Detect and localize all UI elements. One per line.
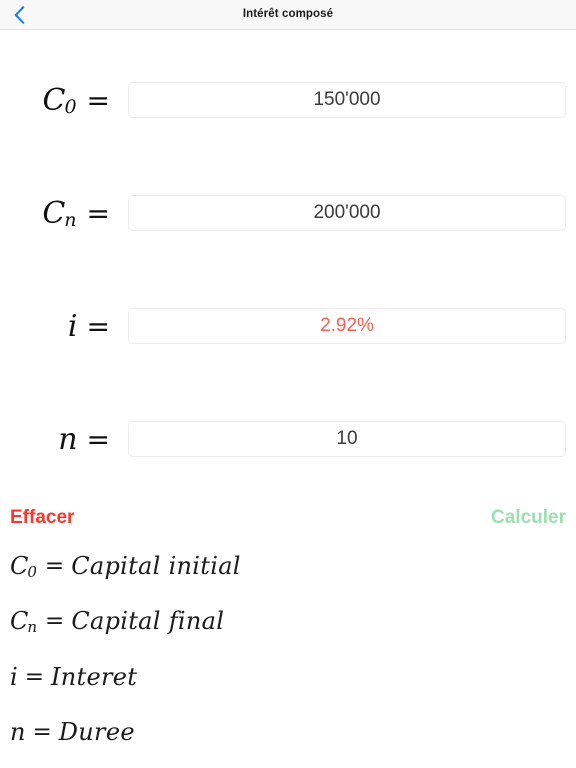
legend-description: Capital initial xyxy=(71,552,241,580)
field-label-i: i = xyxy=(0,308,110,344)
equals-sign: = xyxy=(86,422,110,456)
legend-subscript: n xyxy=(27,618,38,636)
equals-sign: = xyxy=(86,309,110,343)
action-bar: Effacer Calculer xyxy=(0,504,576,534)
legend-description: Capital final xyxy=(71,607,225,635)
legend-item: Cn = Capital final xyxy=(10,603,224,639)
field-subscript: n xyxy=(64,209,77,231)
field-label-n: n = xyxy=(0,421,110,457)
field-symbol: n xyxy=(58,421,78,457)
field-subscript: 0 xyxy=(64,96,77,118)
calculate-button[interactable]: Calculer xyxy=(491,504,566,532)
field-row-duration: n = xyxy=(0,421,576,457)
legend-item: C 0 = Capital initial xyxy=(10,548,241,584)
equals-sign: = xyxy=(44,553,65,579)
field-label-cn: Cn = xyxy=(0,195,110,232)
nav-bar: Intérêt composé xyxy=(0,0,576,30)
legend-description: Interet xyxy=(50,663,138,691)
page-title: Intérêt composé xyxy=(242,8,334,20)
legend-subscript: 0 xyxy=(27,563,37,581)
equals-sign: = xyxy=(32,719,52,745)
clear-button[interactable]: Effacer xyxy=(10,504,74,532)
legend-symbol: C xyxy=(10,552,29,580)
equals-sign: = xyxy=(45,608,65,634)
interest-rate-input[interactable] xyxy=(128,308,566,344)
field-row-final-capital: Cn = xyxy=(0,195,576,231)
legend-item: i = Interet xyxy=(10,659,137,695)
field-row-interest-rate: i = xyxy=(0,308,576,344)
legend-symbol: C xyxy=(10,607,29,635)
equals-sign: = xyxy=(24,664,44,690)
field-symbol: C xyxy=(42,82,66,118)
final-capital-input[interactable] xyxy=(128,195,566,231)
duration-input[interactable] xyxy=(128,421,566,457)
legend-symbol: i xyxy=(10,663,18,691)
equals-sign: = xyxy=(86,83,110,117)
field-symbol: i xyxy=(67,308,78,344)
field-row-initial-capital: C 0 = xyxy=(0,82,576,118)
equals-sign: = xyxy=(86,196,110,230)
initial-capital-input[interactable] xyxy=(128,82,566,118)
legend-description: Duree xyxy=(58,718,135,746)
legend-symbol: n xyxy=(10,718,26,746)
legend-item: n = Duree xyxy=(10,714,135,750)
field-label-c0: C 0 = xyxy=(0,82,110,119)
field-symbol: C xyxy=(42,195,66,231)
